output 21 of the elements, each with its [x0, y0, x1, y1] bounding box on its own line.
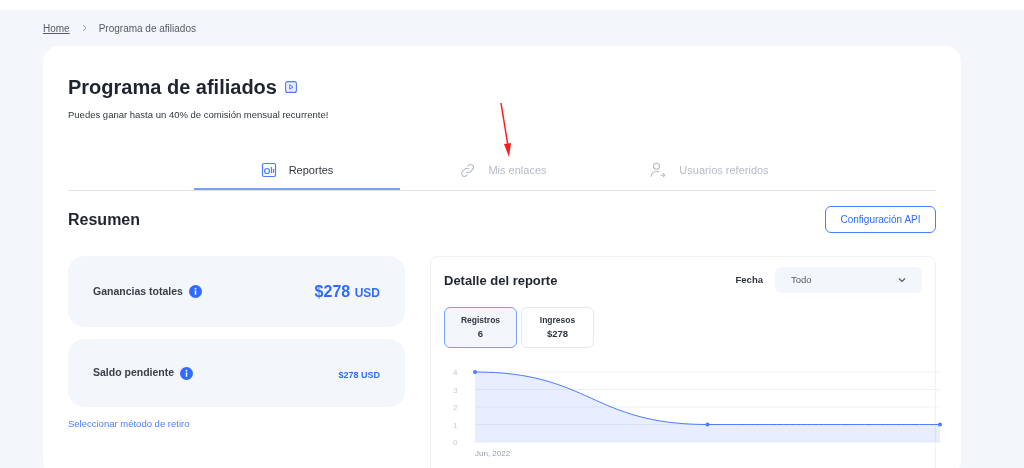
annotation-arrow [499, 102, 513, 158]
link-icon [459, 161, 477, 179]
withdraw-link[interactable]: Seleccionar método de retiro [68, 417, 405, 432]
report-icon [260, 162, 277, 179]
breadcrumb-current: Programa de afiliados [98, 21, 196, 36]
breadcrumb-link[interactable]: Home [43, 20, 70, 36]
page-title: Programa de afiliados [68, 75, 277, 100]
info-icon[interactable] [188, 285, 202, 299]
info-icon[interactable] [180, 366, 194, 380]
summary-label: Ganancias totales [93, 283, 183, 299]
video-icon[interactable] [284, 81, 297, 93]
summary-amount: $278 USD [338, 369, 380, 383]
tab[interactable]: Reportes [194, 152, 400, 191]
summary-label: Saldo pendiente [93, 365, 175, 381]
section-title: Resumen [68, 209, 141, 230]
summary-amount: $278 USD [314, 281, 380, 302]
user-icon [649, 161, 668, 180]
page-subtitle: Puedes ganar hasta un 40% de comisión mensual recurrente! [68, 108, 330, 122]
chevron-right-icon [81, 24, 87, 32]
data-point [938, 422, 942, 427]
api-config-button[interactable]: Configuración API [825, 206, 936, 234]
